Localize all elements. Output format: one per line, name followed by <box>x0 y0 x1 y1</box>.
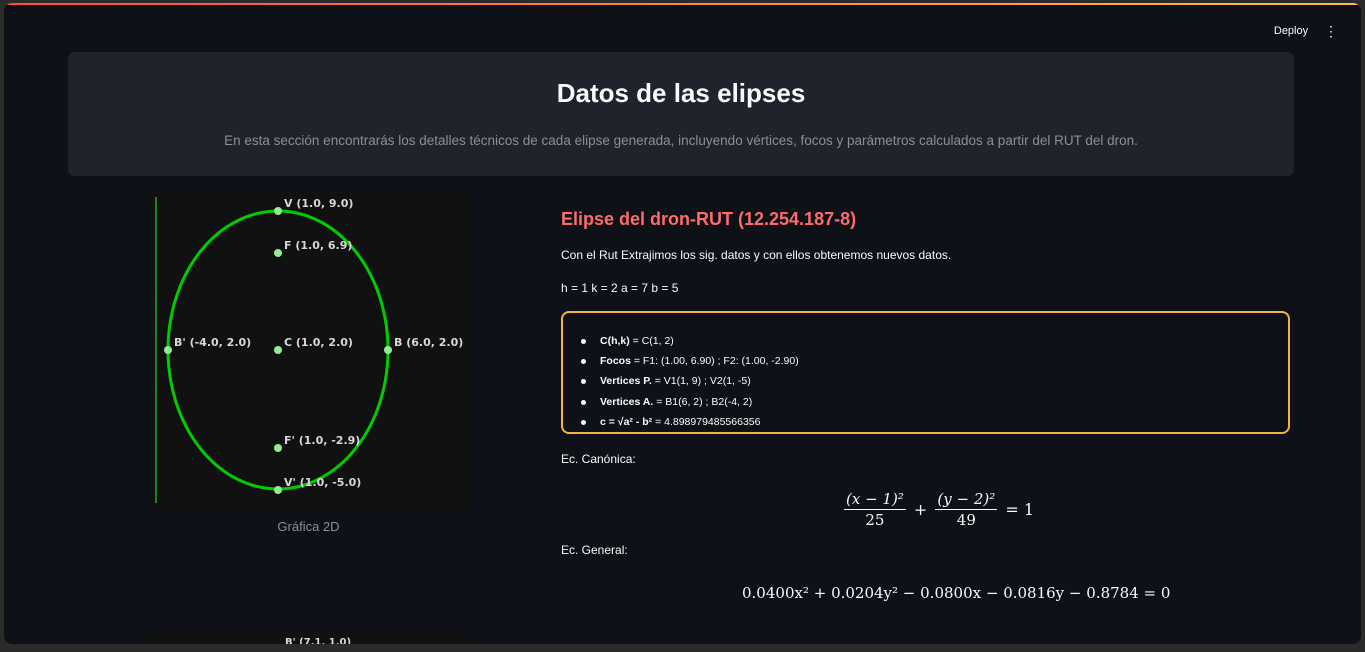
item-value: = F1: (1.00, 6.90) ; F2: (1.00, -2.90) <box>630 355 799 368</box>
general-equation: 0.0400x² + 0.0204y² − 0.0800x − 0.0816y … <box>742 584 1171 602</box>
fraction-x-numerator: (x − 1)² <box>844 490 906 510</box>
equals-one: = 1 <box>1005 500 1035 519</box>
label-focus-top: F (1.0, 6.9) <box>284 239 352 252</box>
hero-section: Datos de las elipses En esta sección enc… <box>68 52 1294 176</box>
ellipse-plot: V (1.0, 9.0) F (1.0, 6.9) B' (-4.0, 2.0)… <box>150 191 467 510</box>
canonical-equation: (x − 1)² 25 + (y − 2)² 49 = 1 <box>844 489 1037 530</box>
fraction-y: (y − 2)² 49 <box>935 489 998 530</box>
ellipse-title: Elipse del dron-RUT (12.254.187-8) <box>561 209 857 229</box>
list-item-foci: Focos = F1: (1.00, 6.90) ; F2: (1.00, -2… <box>579 352 799 372</box>
details-card: C(h,k) = C(1, 2) Focos = F1: (1.00, 6.90… <box>561 311 1290 434</box>
plot-caption: Gráfica 2D <box>277 519 340 534</box>
page-title: Datos de las elipses <box>556 78 806 108</box>
item-key: Vertices P. <box>600 375 652 388</box>
point-focus-bottom <box>274 444 282 452</box>
label-covertex-right: B (6.0, 2.0) <box>394 336 463 349</box>
ellipse-params: h = 1 k = 2 a = 7 b = 5 <box>561 281 679 295</box>
window-bottom-edge <box>0 644 1365 652</box>
item-value: = V1(1, 9) ; V2(1, -5) <box>651 375 751 388</box>
details-list: C(h,k) = C(1, 2) Focos = F1: (1.00, 6.90… <box>579 332 799 433</box>
general-label: Ec. General: <box>561 543 628 557</box>
label-vertex-top: V (1.0, 9.0) <box>284 197 353 210</box>
page-subtitle: En esta sección encontrarás los detalles… <box>224 133 1138 148</box>
item-value: = C(1, 2) <box>629 335 674 347</box>
label-vertex-bottom: V' (1.0, -5.0) <box>284 476 361 489</box>
item-value: = 4.898979485566356 <box>652 415 761 428</box>
deploy-button[interactable]: Deploy <box>1268 22 1314 40</box>
item-key: C(h,k) <box>600 335 630 347</box>
fraction-y-denominator: 49 <box>956 511 976 529</box>
fraction-x: (x − 1)² 25 <box>844 489 906 530</box>
list-item-minor-vertices: Vertices A. = B1(6, 2) ; B2(-4, 2) <box>579 393 799 413</box>
label-covertex-left: B' (-4.0, 2.0) <box>174 336 251 349</box>
kebab-menu-icon[interactable]: ⋮ <box>1322 22 1340 40</box>
point-vertex-top <box>274 207 282 215</box>
canonical-label: Ec. Canónica: <box>561 452 636 466</box>
ellipse-intro: Con el Rut Extrajimos los sig. datos y c… <box>561 248 952 262</box>
list-item-c-value: c = √a² - b² = 4.898979485566356 <box>579 413 799 433</box>
list-item-main-vertices: Vertices P. = V1(1, 9) ; V2(1, -5) <box>579 372 799 392</box>
list-item-center: C(h,k) = C(1, 2) <box>579 332 799 352</box>
point-covertex-right <box>384 346 392 354</box>
top-decoration-bar <box>4 3 1361 5</box>
plus-sign: + <box>913 500 928 519</box>
point-vertex-bottom <box>274 486 282 494</box>
fraction-x-denominator: 25 <box>865 511 885 529</box>
item-key: c = √a² - b² <box>600 415 653 428</box>
point-focus-top <box>274 249 282 257</box>
item-key: Vertices A. <box>600 395 654 408</box>
fraction-y-numerator: (y − 2)² <box>935 490 998 510</box>
label-focus-bottom: F' (1.0, -2.9) <box>284 434 360 447</box>
label-center: C (1.0, 2.0) <box>284 336 353 349</box>
item-value: = B1(6, 2) ; B2(-4, 2) <box>653 395 753 408</box>
item-key: Focos <box>600 355 631 368</box>
point-covertex-left <box>164 346 172 354</box>
point-center <box>274 346 282 354</box>
